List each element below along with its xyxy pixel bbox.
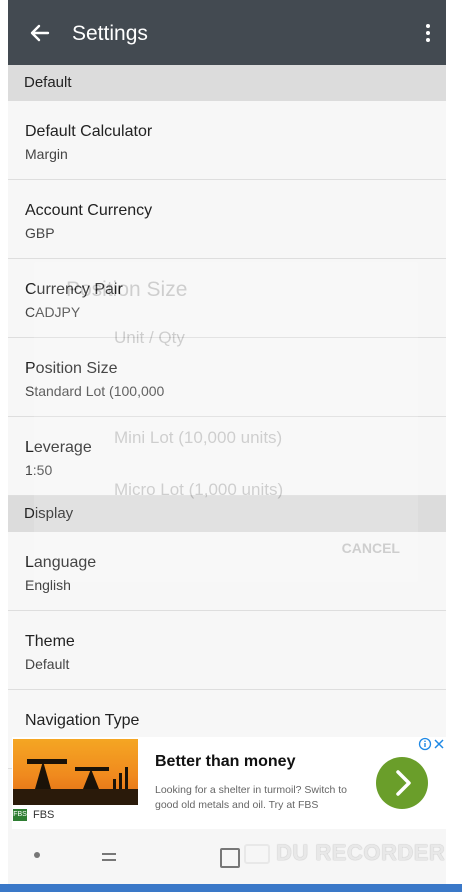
right-edge — [446, 0, 462, 892]
setting-account-currency[interactable]: Account Currency GBP — [8, 180, 446, 259]
ad-brand: FBS FBS — [13, 809, 54, 825]
setting-title: Theme — [25, 633, 75, 650]
setting-title: Currency Pair — [25, 281, 123, 298]
setting-title: Navigation Type — [25, 712, 140, 729]
section-label: Display — [24, 505, 74, 522]
ad-body: Looking for a shelter in turmoil? Switch… — [155, 784, 348, 811]
setting-position-size[interactable]: Position Size Standard Lot (100,000 — [8, 338, 446, 417]
setting-value: English — [25, 577, 71, 593]
home-button-icon[interactable] — [220, 848, 240, 868]
left-edge — [0, 0, 8, 892]
setting-title: Position Size — [25, 360, 118, 377]
app-bar: Settings — [8, 0, 446, 65]
chevron-right-icon — [396, 770, 411, 796]
ad-image — [13, 739, 138, 805]
setting-value: Margin — [25, 146, 68, 162]
ad-headline: Better than money — [155, 753, 296, 770]
ad-info-icon[interactable] — [418, 737, 446, 751]
setting-language[interactable]: Language English — [8, 532, 446, 611]
section-label: Default — [24, 74, 72, 91]
setting-title: Leverage — [25, 439, 92, 456]
ad-brand-label: FBS — [33, 809, 55, 821]
page-title: Settings — [72, 22, 148, 45]
setting-theme[interactable]: Theme Default — [8, 611, 446, 690]
recorder-watermark: DU RECORDER — [244, 840, 445, 866]
setting-value: Default — [25, 656, 70, 672]
setting-value: 1:50 — [25, 462, 53, 478]
fbs-logo-icon: FBS — [13, 809, 27, 822]
bottom-accent-bar — [0, 884, 462, 892]
setting-title: Default Calculator — [25, 123, 153, 140]
setting-value: GBP — [25, 225, 55, 241]
more-vert-icon[interactable] — [424, 24, 432, 46]
setting-leverage[interactable]: Leverage 1:50 — [8, 417, 446, 496]
section-header-display: Display — [8, 496, 446, 532]
setting-currency-pair[interactable]: Currency Pair CADJPY — [8, 259, 446, 338]
setting-title: Account Currency — [25, 202, 153, 219]
recent-apps-icon[interactable] — [100, 848, 118, 866]
ad-banner[interactable]: FBS FBS Better than money Looking for a s… — [12, 737, 446, 829]
nav-dot-icon[interactable] — [34, 852, 40, 858]
camera-icon — [244, 844, 270, 865]
section-header-default: Default — [8, 65, 446, 101]
setting-value: Standard Lot (100,000 — [25, 383, 165, 399]
arrow-left-icon[interactable] — [28, 22, 50, 44]
ad-go-button[interactable] — [376, 757, 428, 809]
setting-default-calculator[interactable]: Default Calculator Margin — [8, 101, 446, 180]
setting-title: Language — [25, 554, 97, 571]
setting-value: CADJPY — [25, 304, 81, 320]
watermark-label: DU RECORDER — [276, 840, 446, 865]
settings-screen: Settings Default Default Calculator Marg… — [8, 0, 446, 892]
